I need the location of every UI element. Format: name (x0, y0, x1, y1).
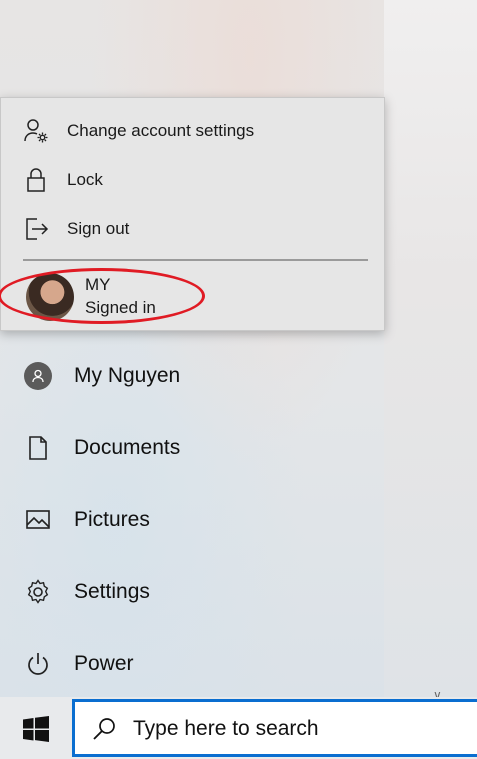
pictures-icon (24, 506, 52, 534)
start-item-settings-label: Settings (74, 580, 150, 603)
start-item-documents[interactable]: Documents (0, 418, 384, 478)
search-box[interactable]: Type here to search (72, 699, 477, 757)
gear-icon (24, 578, 52, 606)
avatar (26, 273, 74, 321)
account-flyout: Change account settings Lock Sign out MY… (0, 97, 385, 331)
desktop-background (384, 0, 477, 697)
power-icon (24, 650, 52, 678)
change-account-settings-button[interactable]: Change account settings (1, 108, 385, 154)
start-item-settings[interactable]: Settings (0, 562, 384, 622)
search-icon (91, 716, 117, 742)
start-item-pictures[interactable]: Pictures (0, 490, 384, 550)
sign-out-label: Sign out (67, 219, 130, 238)
search-placeholder: Type here to search (133, 717, 319, 740)
taskbar: Type here to search (0, 697, 477, 759)
signed-in-account[interactable]: MY Signed in (1, 268, 385, 328)
start-item-documents-label: Documents (74, 436, 181, 459)
lock-icon (23, 167, 49, 193)
windows-logo-icon (23, 716, 49, 742)
start-button[interactable] (0, 697, 72, 759)
document-icon (24, 434, 52, 462)
change-account-settings-label: Change account settings (67, 121, 255, 140)
lock-label: Lock (67, 170, 103, 189)
account-name: MY (85, 275, 111, 294)
lock-button[interactable]: Lock (1, 157, 385, 203)
start-item-power[interactable]: Power (0, 634, 384, 694)
flyout-divider (23, 259, 368, 261)
user-icon (24, 362, 52, 390)
start-item-user-label: My Nguyen (74, 364, 181, 387)
account-settings-icon (23, 118, 49, 144)
start-item-user[interactable]: My Nguyen (0, 346, 384, 406)
start-item-power-label: Power (74, 652, 134, 675)
start-item-pictures-label: Pictures (74, 508, 150, 531)
account-status: Signed in (85, 298, 156, 317)
sign-out-icon (23, 216, 49, 242)
sign-out-button[interactable]: Sign out (1, 206, 385, 252)
